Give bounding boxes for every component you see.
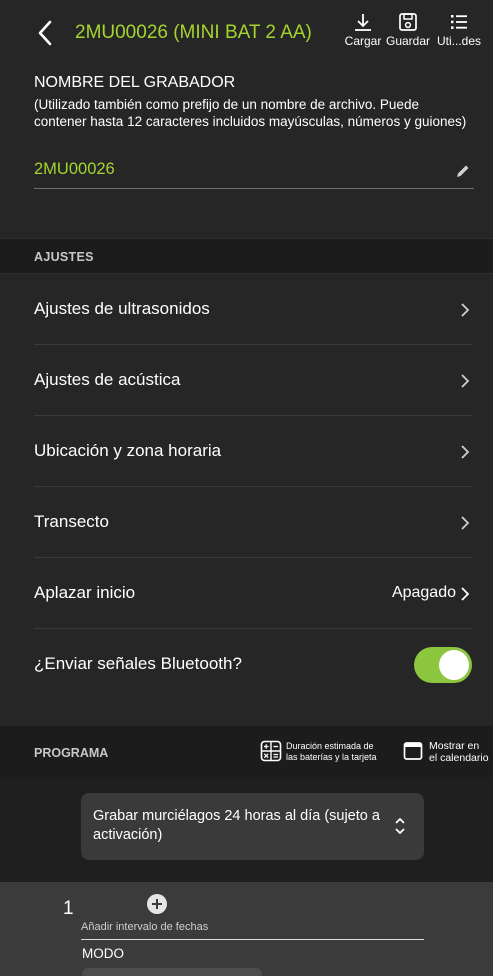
calculator-icon [260, 740, 282, 762]
download-icon [355, 14, 371, 31]
program-section-header: PROGRAMA Duración estimada de las baterí… [0, 726, 493, 778]
up-down-chevron-icon [395, 817, 405, 835]
delay-start-row[interactable]: Aplazar inicio Apagado [34, 558, 472, 629]
utilities-button[interactable]: Uti...des [433, 12, 485, 48]
ultrasound-settings-row[interactable]: Ajustes de ultrasonidos [34, 274, 472, 345]
duration-label-line1: Duración estimada de [286, 741, 374, 751]
calendar-icon [403, 742, 423, 760]
chevron-right-icon [461, 445, 470, 459]
row-label: Ajustes de acústica [34, 370, 181, 389]
program-select-value: Grabar murciélagos 24 horas al día (suje… [93, 808, 380, 843]
recorder-name-field[interactable]: 2MU00026 [34, 160, 115, 179]
program-area: Grabar murciélagos 24 horas al día (suje… [0, 778, 493, 882]
chevron-right-icon [461, 516, 470, 530]
top-bar: 2MU00026 (MINI BAT 2 AA) Cargar Guardar … [0, 0, 493, 62]
name-underline [34, 188, 474, 189]
page-title: 2MU00026 (MINI BAT 2 AA) [75, 22, 312, 43]
pencil-icon[interactable] [455, 163, 471, 179]
interval-divider [81, 939, 424, 940]
row-label: Transecto [34, 512, 109, 531]
toggle-knob [439, 650, 469, 680]
program-select[interactable]: Grabar murciélagos 24 horas al día (suje… [81, 793, 424, 860]
calendar-label-line1: Mostrar en [429, 740, 480, 752]
bluetooth-row: ¿Enviar señales Bluetooth? [34, 629, 472, 700]
row-label: Ajustes de ultrasonidos [34, 299, 210, 318]
location-timezone-row[interactable]: Ubicación y zona horaria [34, 416, 472, 487]
duration-label-line2: las baterías y la tarjeta [286, 752, 377, 762]
recorder-name-section: NOMBRE DEL GRABADOR (Utilizado también c… [0, 62, 493, 238]
save-button[interactable]: Guardar [382, 12, 434, 48]
delay-start-value: Apagado [391, 584, 456, 601]
interval-number: 1 [63, 898, 74, 919]
list-icon [451, 15, 467, 29]
chevron-right-icon [461, 587, 470, 601]
save-label: Guardar [385, 34, 431, 48]
row-label: ¿Enviar señales Bluetooth? [34, 654, 242, 673]
recorder-name-title: NOMBRE DEL GRABADOR [34, 74, 236, 91]
calendar-label-line2: el calendario [429, 752, 489, 764]
save-icon [399, 13, 417, 31]
program-header-label: PROGRAMA [34, 746, 109, 760]
bluetooth-toggle[interactable] [414, 647, 472, 683]
load-button[interactable]: Cargar [343, 12, 383, 48]
settings-list: Ajustes de ultrasonidos Ajustes de acúst… [0, 274, 493, 726]
row-label: Aplazar inicio [34, 583, 136, 602]
transect-row[interactable]: Transecto [34, 487, 472, 558]
add-interval-label: Añadir intervalo de fechas [81, 921, 209, 933]
chevron-right-icon [461, 374, 470, 388]
mode-select[interactable] [82, 968, 262, 976]
settings-header-label: AJUSTES [34, 250, 94, 264]
settings-section-header: AJUSTES [0, 238, 493, 274]
load-label: Cargar [344, 34, 382, 48]
back-chevron-icon[interactable] [34, 18, 56, 48]
interval-card: 1 Añadir intervalo de fechas MODO [0, 882, 493, 976]
utilities-label: Uti...des [436, 34, 481, 48]
chevron-right-icon [461, 303, 470, 317]
acoustic-settings-row[interactable]: Ajustes de acústica [34, 345, 472, 416]
add-date-interval-button[interactable] [147, 894, 167, 914]
recorder-name-help: (Utilizado también como prefijo de un no… [34, 97, 467, 129]
row-label: Ubicación y zona horaria [34, 441, 222, 460]
mode-label: MODO [82, 946, 124, 961]
